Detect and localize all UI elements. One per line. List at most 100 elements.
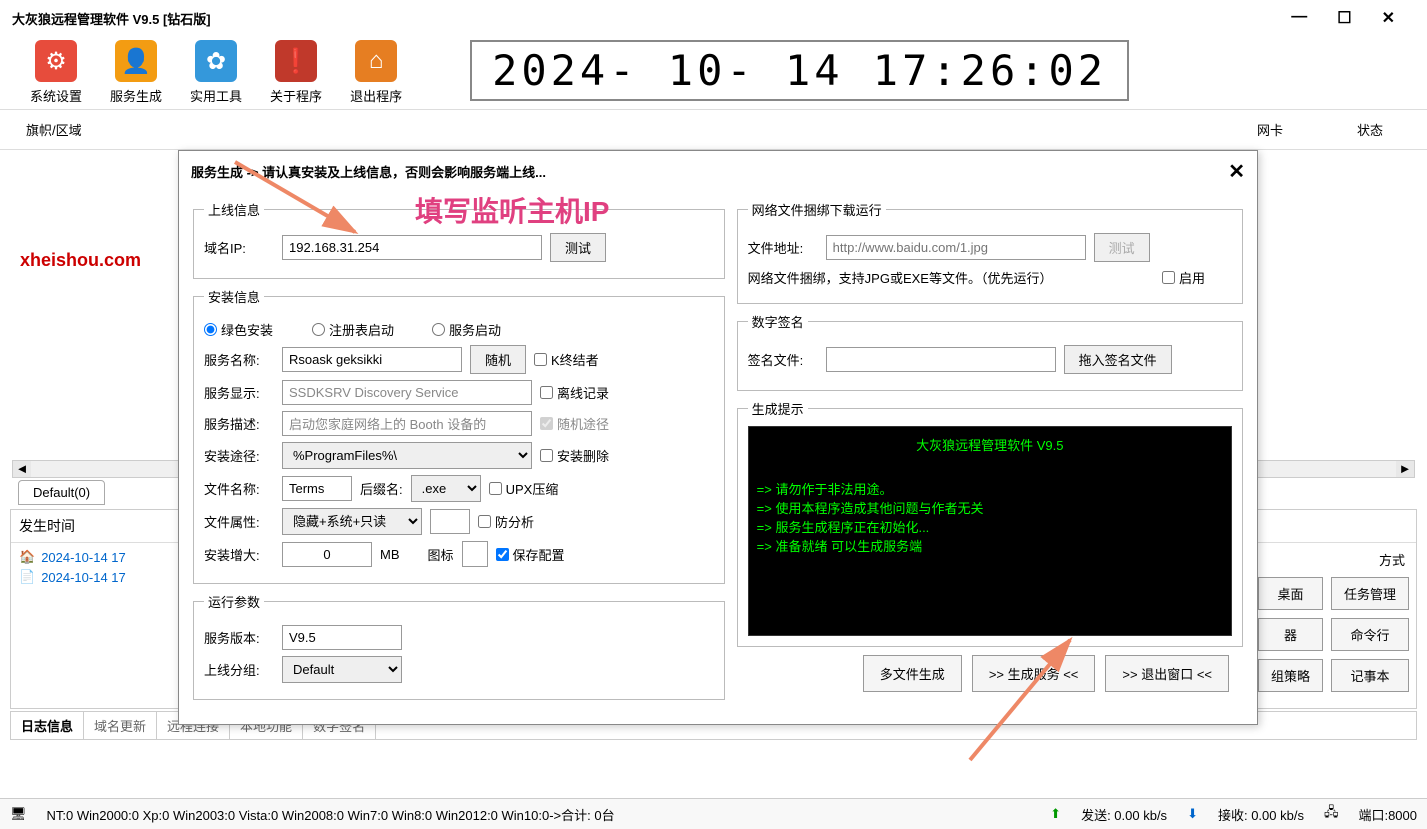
toolbar-about[interactable]: ❗ 关于程序 [270,40,322,105]
side-way-label: 方式 [1258,550,1409,569]
toolbar-tools[interactable]: ✿ 实用工具 [190,40,242,105]
scroll-left-icon[interactable]: ◄ [13,461,31,477]
toolbar-label: 退出程序 [350,86,402,105]
offline-log-check[interactable] [540,386,553,399]
tab-domain-update[interactable]: 域名更新 [84,712,157,739]
tab-default[interactable]: Default(0) [18,480,105,505]
home-icon: ⌂ [355,40,397,82]
side-actions: 方式 桌面 任务管理 器 命令行 组策略 记事本 [1258,550,1409,692]
url-input[interactable] [826,235,1086,260]
ver-label: 服务版本: [204,628,274,647]
generate-button[interactable]: >> 生成服务 << [972,655,1096,692]
online-info-group: 上线信息 域名IP: 测试 [193,200,725,279]
install-size-input[interactable] [282,542,372,567]
log-time: 2024-10-14 17 [41,550,126,565]
tab-log-info[interactable]: 日志信息 [11,712,84,739]
close-button[interactable]: ✕ [1382,8,1395,28]
svc-desc-label: 服务描述: [204,414,274,433]
monitor-icon: 🖥 [10,806,27,822]
file-attr-select[interactable]: 隐藏+系统+只读 [282,508,422,535]
k-terminator-check[interactable] [534,353,547,366]
col-status: 状态 [1349,116,1409,143]
exit-button[interactable]: >> 退出窗口 << [1105,655,1229,692]
scroll-right-icon[interactable]: ► [1396,461,1414,477]
icon-preview[interactable] [462,541,488,567]
cmdline-button[interactable]: 命令行 [1331,618,1409,651]
icon-label: 图标 [428,545,454,564]
col-nic: 网卡 [1249,116,1349,143]
desktop-button[interactable]: 桌面 [1258,577,1323,610]
multi-gen-button[interactable]: 多文件生成 [863,655,962,692]
console-title: 大灰狼远程管理软件 V9.5 [757,435,1223,454]
upload-icon: ⬆ [1050,806,1061,822]
attr-extra-input[interactable] [430,509,470,534]
status-os: NT:0 Win2000:0 Xp:0 Win2003:0 Vista:0 Wi… [47,805,615,824]
url-label: 文件地址: [748,238,818,257]
svc-name-label: 服务名称: [204,350,274,369]
sign-legend: 数字签名 [748,312,808,331]
app-title: 大灰狼远程管理软件 V9.5 [钻石版] [12,9,211,28]
dialog-close-button[interactable]: ✕ [1228,159,1245,184]
svc-disp-label: 服务显示: [204,383,274,402]
sign-drop-button[interactable]: 拖入签名文件 [1064,345,1172,374]
svc-name-input[interactable] [282,347,462,372]
random-button[interactable]: 随机 [470,345,526,374]
sign-file-input[interactable] [826,347,1056,372]
test-button[interactable]: 测试 [550,233,606,262]
toolbar-label: 关于程序 [270,86,322,105]
inst-path-label: 安装途径: [204,446,274,465]
toolbar-system-settings[interactable]: ⚙ 系统设置 [30,40,82,105]
runtime-legend: 运行参数 [204,592,264,611]
svc-disp-input[interactable] [282,380,532,405]
toolbar-service-gen[interactable]: 👤 服务生成 [110,40,162,105]
ip-input[interactable] [282,235,542,260]
gen-hint-group: 生成提示 大灰狼远程管理软件 V9.5 => 请勿作于非法用途。 => 使用本程… [737,399,1243,647]
console-output: 大灰狼远程管理软件 V9.5 => 请勿作于非法用途。 => 使用本程序造成其他… [748,426,1232,636]
radio-service[interactable] [432,323,445,336]
install-delete-check[interactable] [540,449,553,462]
install-info-group: 安装信息 绿色安装 注册表启动 服务启动 服务名称: 随机 K终结者 服务显示:… [193,287,725,584]
gpedit-button[interactable]: 组策略 [1258,659,1323,692]
toolbar-label: 服务生成 [110,86,162,105]
notepad-button[interactable]: 记事本 [1331,659,1409,692]
radio-green[interactable] [204,323,217,336]
col-flag: 旗帜/区域 [18,116,178,143]
net-enable-check[interactable] [1162,271,1175,284]
watermark: xheishou.com [20,250,141,271]
service-gen-dialog: 服务生成 -> 请认真安装及上线信息，否则会影响服务端上线... ✕ 上线信息 … [178,150,1258,725]
group-select[interactable]: Default [282,656,402,683]
doc-icon: 📄 [19,569,35,585]
ext-select[interactable]: .exe [411,475,481,502]
status-send: 发送: 0.00 kb/s [1081,805,1167,824]
maximize-button[interactable]: ☐ [1337,8,1351,28]
device-button[interactable]: 器 [1258,618,1323,651]
ver-input[interactable] [282,625,402,650]
radio-registry[interactable] [312,323,325,336]
status-recv: 接收: 0.00 kb/s [1218,805,1304,824]
anti-analysis-check[interactable] [478,515,491,528]
net-test-button: 测试 [1094,233,1150,262]
console-line: => 使用本程序造成其他问题与作者无关 [757,498,1223,517]
toolbar: ⚙ 系统设置 👤 服务生成 ✿ 实用工具 ❗ 关于程序 ⌂ 退出程序 2024-… [0,36,1427,110]
mb-label: MB [380,547,400,562]
save-config-check[interactable] [496,548,509,561]
sign-group: 数字签名 签名文件: 拖入签名文件 [737,312,1243,391]
user-icon: 👤 [115,40,157,82]
status-port: 端口:8000 [1358,805,1417,824]
dialog-titlebar: 服务生成 -> 请认真安装及上线信息，否则会影响服务端上线... ✕ [179,151,1257,192]
toolbar-label: 系统设置 [30,86,82,105]
svc-desc-input[interactable] [282,411,532,436]
toolbar-exit[interactable]: ⌂ 退出程序 [350,40,402,105]
sign-file-label: 签名文件: [748,350,818,369]
inst-path-select[interactable]: %ProgramFiles%\ [282,442,532,469]
taskmgr-button[interactable]: 任务管理 [1331,577,1409,610]
file-name-input[interactable] [282,476,352,501]
upx-check[interactable] [489,482,502,495]
titlebar: 大灰狼远程管理软件 V9.5 [钻石版] — ☐ ✕ [0,0,1427,36]
minimize-button[interactable]: — [1291,8,1307,28]
random-path-check [540,417,553,430]
port-icon: 🖧 [1324,803,1339,825]
ext-label: 后缀名: [360,479,403,498]
grid-header: 旗帜/区域 网卡 状态 [0,110,1427,150]
net-bundle-group: 网络文件捆绑下载运行 文件地址: 测试 网络文件捆绑，支持JPG或EXE等文件。… [737,200,1243,304]
